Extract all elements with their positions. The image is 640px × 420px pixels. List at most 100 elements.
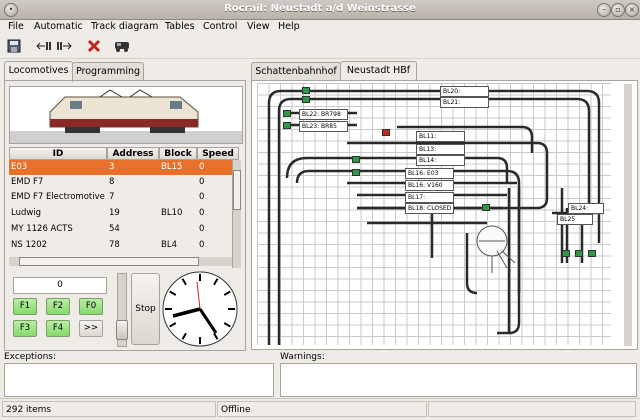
toolbar	[0, 36, 640, 59]
cell-speed: 0	[199, 162, 205, 172]
f2-button[interactable]: F2	[46, 298, 70, 315]
table-row[interactable]: EMD F7 Electromotive 7 0	[9, 190, 232, 205]
scrollbar-thumb[interactable]	[19, 257, 199, 266]
status-bar: 292 items Offline	[0, 398, 640, 420]
block-bl16-v160[interactable]: BL16: V160	[405, 180, 454, 191]
tab-schattenbahnhof[interactable]: Schattenbahnhof	[251, 62, 341, 81]
more-functions-button[interactable]: >>	[79, 320, 103, 337]
minimize-icon[interactable]: –	[597, 3, 611, 17]
menu-control[interactable]: Control	[203, 21, 237, 32]
block-bl16-e03[interactable]: BL16: E03	[405, 168, 454, 179]
signal-icon[interactable]	[302, 87, 310, 94]
column-address[interactable]: Address	[107, 147, 159, 160]
signal-icon[interactable]	[283, 110, 291, 117]
exceptions-label: Exceptions:	[4, 352, 57, 362]
maximize-icon[interactable]: ▫	[611, 3, 625, 17]
table-row[interactable]: EMD F7 8 0	[9, 175, 232, 190]
stop-button[interactable]: Stop	[131, 273, 160, 345]
block-bl13[interactable]: BL13:	[416, 144, 465, 155]
cell-id: E03	[11, 162, 28, 172]
signal-icon[interactable]	[352, 169, 360, 176]
cell-block: BL15	[161, 162, 183, 172]
clock	[161, 270, 239, 348]
title-bar: • Rocrail: Neustadt a/d Weinstrasse – ▫ …	[0, 0, 640, 20]
block-bl25[interactable]: BL25	[557, 214, 593, 225]
status-empty	[428, 401, 636, 417]
signal-icon[interactable]	[283, 122, 291, 129]
f4-button[interactable]: F4	[46, 320, 70, 337]
track-plan[interactable]: BL20: BL21: BL22: BR798 BL23: BR85 BL11:…	[257, 83, 611, 345]
table-row[interactable]: NS 1202 78 BL4 0	[9, 238, 232, 253]
warnings-label: Warnings:	[280, 352, 325, 362]
tab-locomotives[interactable]: Locomotives	[4, 61, 73, 82]
menu-track-diagram[interactable]: Track diagram	[91, 21, 158, 32]
cell-speed: 0	[199, 192, 205, 202]
loco-table-header: ID Address Block Speed	[9, 147, 239, 160]
block-bl22[interactable]: BL22: BR798	[299, 109, 348, 120]
exceptions-log[interactable]	[4, 363, 274, 397]
cell-id: Ludwig	[11, 208, 42, 218]
column-id[interactable]: ID	[9, 147, 107, 160]
table-row[interactable]: Ludwig 19 BL10 0	[9, 206, 232, 221]
track-in-icon[interactable]	[36, 39, 52, 55]
cell-address: 3	[109, 162, 115, 172]
signal-red-icon[interactable]	[382, 129, 390, 136]
signal-icon[interactable]	[575, 250, 583, 257]
block-bl18[interactable]: BL18: CLOSED	[405, 203, 454, 214]
cell-address: 7	[109, 192, 115, 202]
menu-tables[interactable]: Tables	[165, 21, 195, 32]
close-icon[interactable]: ×	[625, 3, 639, 17]
menu-view[interactable]: View	[247, 21, 270, 32]
signal-icon[interactable]	[302, 96, 310, 103]
signal-icon[interactable]	[482, 204, 490, 211]
speed-slider-thumb[interactable]	[116, 320, 128, 340]
tab-neustadt-hbf[interactable]: Neustadt HBf	[340, 61, 417, 82]
signal-icon[interactable]	[588, 250, 596, 257]
menu-automatic[interactable]: Automatic	[34, 21, 83, 32]
status-items-count: 292 items	[2, 401, 216, 417]
f0-button[interactable]: F0	[79, 298, 103, 315]
locomotive-icon[interactable]	[113, 39, 133, 55]
menu-help[interactable]: Help	[278, 21, 300, 32]
stop-red-x-icon[interactable]	[86, 39, 102, 55]
cell-address: 8	[109, 177, 115, 187]
cell-block: BL10	[161, 208, 183, 218]
block-bl14[interactable]: BL14:	[416, 155, 465, 166]
menu-file[interactable]: File	[8, 21, 24, 32]
f1-button[interactable]: F1	[13, 298, 37, 315]
table-row[interactable]: E03 3 BL15 0	[9, 160, 232, 175]
column-speed[interactable]: Speed	[197, 147, 239, 160]
speed-display: 0	[13, 277, 107, 294]
cell-address: 19	[109, 208, 120, 218]
scrollbar-thumb[interactable]	[233, 170, 241, 210]
signal-icon[interactable]	[352, 156, 360, 163]
clock-icon	[162, 271, 238, 347]
cell-speed: 0	[199, 224, 205, 234]
block-bl24[interactable]: BL24:	[568, 203, 604, 214]
warnings-log[interactable]	[280, 363, 637, 397]
block-bl11[interactable]: BL11:	[416, 131, 465, 142]
cell-address: 54	[109, 224, 120, 234]
tab-programming[interactable]: Programming	[72, 62, 144, 81]
table-vertical-scrollbar[interactable]	[232, 160, 241, 268]
window-title: Rocrail: Neustadt a/d Weinstrasse	[224, 3, 416, 14]
block-bl21[interactable]: BL21:	[440, 97, 489, 108]
cell-id: NS 1202	[11, 240, 48, 250]
signal-icon[interactable]	[562, 250, 570, 257]
table-horizontal-scrollbar[interactable]	[9, 257, 232, 266]
plan-vertical-scrollbar[interactable]	[624, 84, 632, 346]
cell-id: EMD F7	[11, 177, 44, 187]
column-block[interactable]: Block	[159, 147, 197, 160]
block-bl17[interactable]: BL17:	[405, 192, 454, 203]
menu-bar: File Automatic Track diagram Tables Cont…	[0, 19, 640, 36]
status-connection: Offline	[217, 401, 427, 417]
block-bl20[interactable]: BL20:	[440, 86, 489, 97]
track-out-icon[interactable]	[56, 39, 72, 55]
block-bl23[interactable]: BL23: BR85	[299, 121, 348, 132]
cell-id: MY 1126 ACTS	[11, 224, 73, 234]
save-icon[interactable]	[6, 39, 22, 55]
cell-address: 78	[109, 240, 120, 250]
table-row[interactable]: MY 1126 ACTS 54 0	[9, 222, 232, 237]
cell-block: BL4	[161, 240, 177, 250]
f3-button[interactable]: F3	[13, 320, 37, 337]
